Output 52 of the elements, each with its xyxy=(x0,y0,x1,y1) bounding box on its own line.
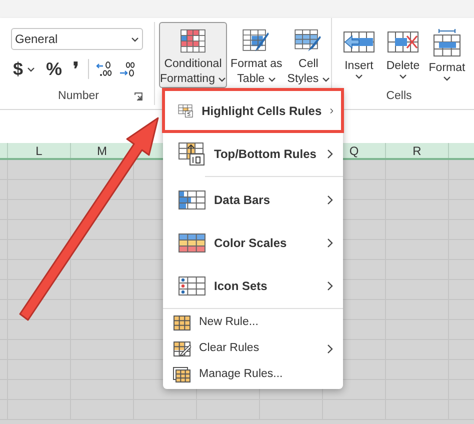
menu-item[interactable]: Clear Rules xyxy=(163,336,343,362)
number-style-button[interactable]: $ xyxy=(11,59,38,79)
ribbon-button[interactable]: Delete xyxy=(382,22,424,88)
number-style-button[interactable]: ❜ xyxy=(71,59,82,79)
caret-icon xyxy=(131,36,139,42)
increase-decimal-icon[interactable] xyxy=(119,60,136,78)
caret-icon xyxy=(322,77,330,82)
caret-icon xyxy=(399,74,407,79)
menu-item[interactable]: Top/Bottom Rules xyxy=(163,132,343,175)
top-bottom-rules-icon xyxy=(178,142,206,166)
column-header[interactable]: M xyxy=(97,142,107,160)
conditional-formatting-icon xyxy=(178,29,208,53)
icon-sets-icon xyxy=(178,274,206,296)
chevron-right-icon xyxy=(330,106,333,116)
column-header[interactable]: Q xyxy=(349,142,359,160)
number-format-dropdown[interactable]: General xyxy=(11,28,143,50)
group-label: Number xyxy=(58,88,99,104)
dialog-launcher-icon[interactable] xyxy=(134,92,143,101)
clear-rules-icon xyxy=(173,341,191,357)
caret-icon xyxy=(355,74,363,79)
chevron-right-icon xyxy=(327,280,333,290)
format-cells-icon xyxy=(433,29,461,57)
menu-item[interactable]: Icon Sets xyxy=(163,264,343,307)
group-label: Cells xyxy=(386,89,413,104)
insert-cells-icon xyxy=(343,29,375,55)
decrease-decimal-icon[interactable] xyxy=(96,60,112,78)
number-style-button[interactable]: % xyxy=(44,59,64,79)
column-header[interactable]: L xyxy=(36,142,42,160)
menu-item[interactable]: Manage Rules... xyxy=(163,362,343,388)
manage-rules-icon xyxy=(173,367,191,383)
caret-icon xyxy=(443,76,451,81)
caret-icon xyxy=(268,77,276,82)
new-rule-icon xyxy=(173,315,191,331)
menu-item[interactable]: New Rule... xyxy=(163,310,343,336)
chevron-right-icon xyxy=(327,194,333,204)
ribbon-button[interactable]: Format xyxy=(426,22,468,88)
chevron-right-icon xyxy=(327,238,333,248)
chevron-right-icon xyxy=(327,148,333,158)
color-scales-icon xyxy=(178,232,206,254)
ribbon-button[interactable]: Conditional Formatting xyxy=(159,22,227,88)
ribbon-button[interactable]: Format as Table xyxy=(228,22,284,88)
data-bars-icon xyxy=(178,188,206,210)
menu-item[interactable]: Data Bars xyxy=(163,178,343,221)
caret-icon xyxy=(218,77,226,82)
column-header[interactable]: R xyxy=(412,142,422,160)
menu-item[interactable]: Color Scales xyxy=(163,221,343,264)
menu-item[interactable]: Highlight Cells Rules xyxy=(163,89,343,132)
caret-icon xyxy=(27,66,36,72)
ribbon-button[interactable]: Cell Styles xyxy=(286,22,331,88)
ribbon-button[interactable]: Insert xyxy=(338,22,380,88)
delete-cells-icon xyxy=(387,29,419,55)
chevron-right-icon xyxy=(327,344,333,354)
